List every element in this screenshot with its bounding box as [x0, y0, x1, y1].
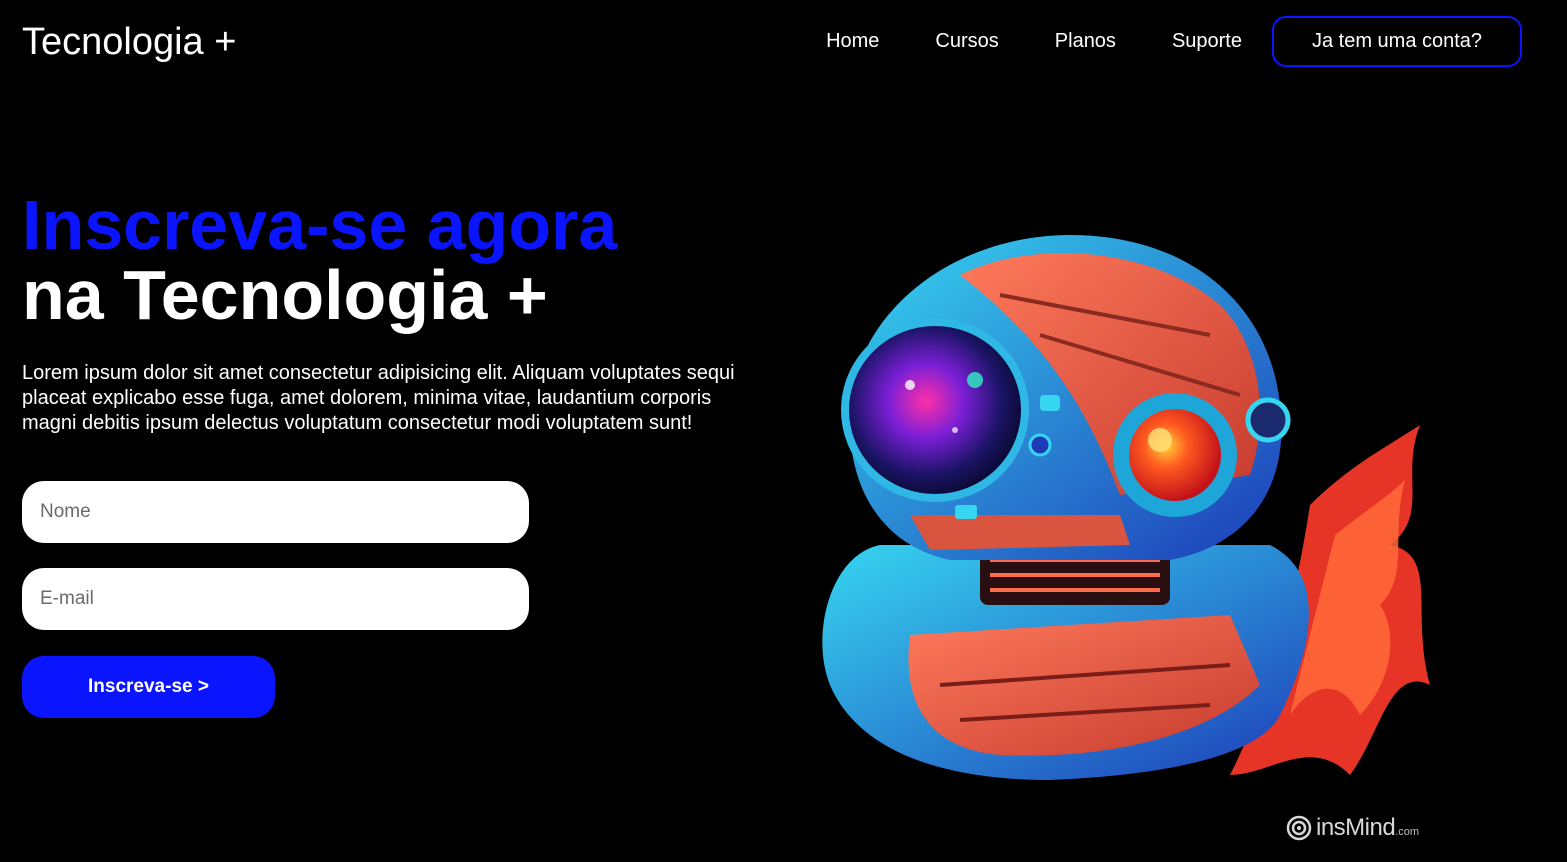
main-nav: Home Cursos Planos Suporte Ja tem uma co… — [826, 16, 1522, 67]
insmind-logo-icon — [1286, 815, 1312, 841]
watermark-suffix: .com — [1395, 826, 1420, 838]
astronaut-robot-illustration — [822, 235, 1430, 780]
hero-title: Inscreva-se agora na Tecnologia + — [22, 190, 617, 330]
nav-suporte[interactable]: Suporte — [1172, 30, 1242, 53]
login-button[interactable]: Ja tem uma conta? — [1272, 16, 1522, 67]
subscribe-button[interactable]: Inscreva-se > — [22, 656, 275, 718]
nav-cursos[interactable]: Cursos — [935, 30, 998, 53]
insmind-watermark: insMind .com — [1286, 814, 1419, 842]
nav-planos[interactable]: Planos — [1055, 30, 1116, 53]
landing-page: Tecnologia + Home Cursos Planos Suporte … — [0, 0, 1567, 862]
site-logo[interactable]: Tecnologia + — [22, 20, 236, 64]
name-input[interactable] — [22, 481, 529, 543]
hero-title-accent: Inscreva-se agora — [22, 186, 618, 264]
nav-home[interactable]: Home — [826, 30, 879, 53]
hero-title-rest: na Tecnologia + — [22, 256, 548, 334]
hero-description: Lorem ipsum dolor sit amet consectetur a… — [22, 362, 735, 434]
watermark-text: insMind — [1316, 814, 1396, 841]
email-input[interactable] — [22, 568, 529, 630]
